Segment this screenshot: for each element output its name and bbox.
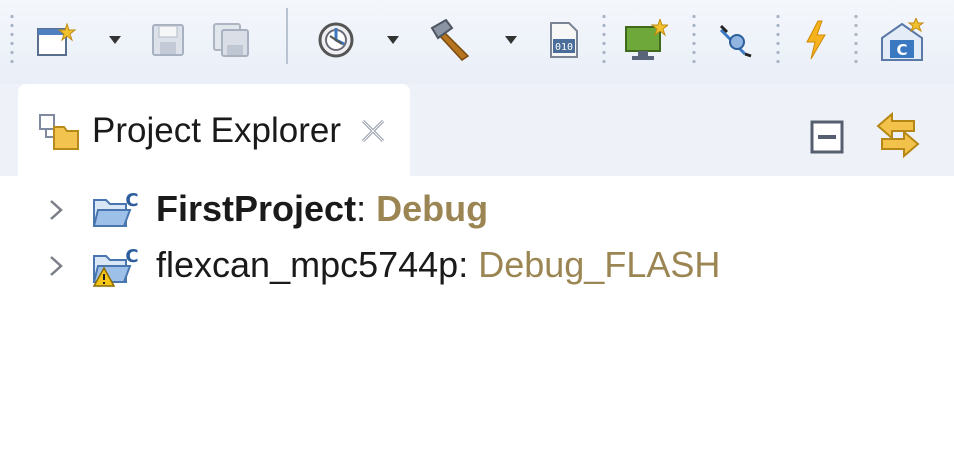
build-button[interactable] <box>424 10 480 70</box>
build-config: Debug <box>376 188 489 229</box>
debug-probe-button[interactable] <box>712 10 758 70</box>
project-explorer-icon <box>38 113 80 151</box>
new-c-class-icon: C <box>881 18 925 61</box>
binary-file-icon: 010 <box>550 22 578 58</box>
toolbar-separator <box>286 8 288 64</box>
config-separator: : <box>356 188 377 229</box>
new-file-icon <box>37 23 77 56</box>
svg-text:010: 010 <box>555 42 573 53</box>
c-project-warning-icon: C <box>92 244 142 288</box>
tab-label: Project Explorer <box>92 111 341 150</box>
build-settings-dropdown[interactable] <box>382 10 404 70</box>
tab-project-explorer[interactable]: Project Explorer <box>18 84 410 176</box>
lightning-icon <box>806 20 826 60</box>
new-file-button[interactable] <box>34 10 80 70</box>
new-c-class-button[interactable]: C <box>874 10 934 70</box>
main-toolbar: 010 C <box>0 0 954 84</box>
tree-item[interactable]: C FirstProject: Debug <box>0 184 800 234</box>
build-hammer-icon <box>430 18 470 61</box>
binary-file-button[interactable]: 010 <box>544 10 584 70</box>
tree-item[interactable]: C flexcan_mpc5744p: Debug_FLASH <box>0 240 800 290</box>
new-file-dropdown[interactable] <box>104 10 126 70</box>
tree-item-text: flexcan_mpc5744p: Debug_FLASH <box>156 243 720 287</box>
lightning-button[interactable] <box>798 10 834 70</box>
save-icon <box>152 24 184 56</box>
svg-text:C: C <box>125 246 138 267</box>
collapse-all-button[interactable] <box>810 120 844 159</box>
monitor-icon <box>625 19 668 60</box>
save-button[interactable] <box>146 10 190 70</box>
svg-text:C: C <box>125 190 138 211</box>
toolbar-grip[interactable] <box>692 12 696 64</box>
dropdown-arrow-icon <box>109 36 121 44</box>
toolbar-grip[interactable] <box>776 12 780 64</box>
project-name: flexcan_mpc5744p <box>156 244 459 285</box>
build-settings-icon <box>318 22 354 58</box>
toolbar-grip[interactable] <box>602 12 606 64</box>
link-with-editor-icon <box>876 111 920 159</box>
svg-text:C: C <box>896 41 907 59</box>
chevron-right-icon[interactable] <box>48 254 64 278</box>
build-dropdown[interactable] <box>500 10 522 70</box>
monitor-button[interactable] <box>622 10 670 70</box>
dropdown-arrow-icon <box>505 36 517 44</box>
build-config: Debug_FLASH <box>478 244 721 285</box>
toolbar-grip[interactable] <box>854 12 858 64</box>
c-project-folder-icon: C <box>92 188 142 232</box>
debug-probe-icon <box>719 24 752 58</box>
project-tree: C FirstProject: Debug C flexcan_mpc5744p… <box>0 176 954 466</box>
chevron-right-icon[interactable] <box>48 198 64 222</box>
save-all-button[interactable] <box>206 10 256 70</box>
close-icon[interactable] <box>360 118 386 144</box>
save-all-icon <box>213 23 249 57</box>
project-name: FirstProject <box>156 188 357 229</box>
dropdown-arrow-icon <box>387 36 399 44</box>
tree-item-text: FirstProject: Debug <box>156 187 488 231</box>
config-separator: : <box>458 244 479 285</box>
link-with-editor-button[interactable] <box>874 111 922 163</box>
collapse-all-icon <box>810 120 844 154</box>
toolbar-grip[interactable] <box>10 12 14 64</box>
build-settings-button[interactable] <box>312 10 360 70</box>
